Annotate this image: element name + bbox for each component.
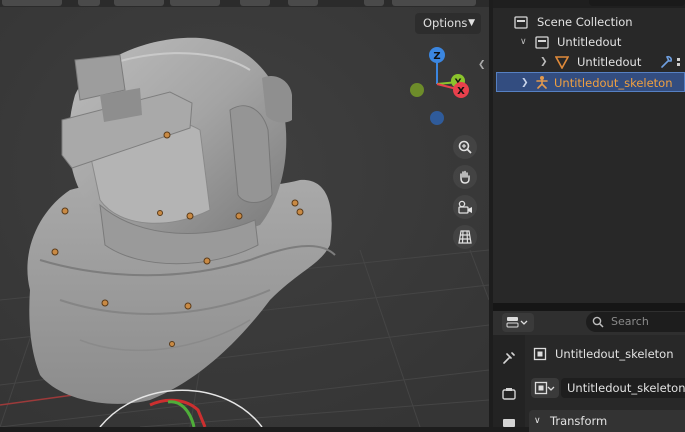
wireframe-toggle[interactable] xyxy=(364,0,384,6)
outliner-row-mesh[interactable]: ❯ Untitledout xyxy=(493,52,685,72)
search-placeholder: Search xyxy=(611,315,649,328)
camera-icon[interactable] xyxy=(453,195,477,219)
navigation-gizmo[interactable]: Z Y X xyxy=(400,44,480,134)
armature-icon xyxy=(536,76,548,89)
properties-search-input[interactable]: Search xyxy=(586,312,685,332)
tool-settings-icon[interactable] xyxy=(502,351,516,365)
panel-divider[interactable] xyxy=(493,303,685,311)
object-name-field[interactable]: Untitledout_skeleton xyxy=(561,378,685,398)
vertex-group-icon xyxy=(677,58,680,66)
snap-dropdown[interactable] xyxy=(114,0,164,6)
gizmo-x-label: X xyxy=(457,86,465,97)
outliner-row-armature[interactable]: ❯ Untitledout_skeleton xyxy=(496,72,685,92)
hand-pan-icon[interactable] xyxy=(453,165,477,189)
data-browse-dropdown[interactable] xyxy=(531,378,559,398)
chevron-right-icon[interactable]: ❯ xyxy=(540,52,548,72)
chevron-down-icon[interactable]: ∨ xyxy=(520,32,527,52)
properties-panel: Search Untitledout_skeleton Untitledout_… xyxy=(493,311,685,432)
chevron-right-icon[interactable]: ❯ xyxy=(521,73,529,93)
object-name-value: Untitledout_skeleton xyxy=(567,381,685,395)
outliner-item-label: Untitledout_skeleton xyxy=(554,76,673,90)
modifier-wrench-icon xyxy=(661,55,672,68)
gizmo-z-label: Z xyxy=(433,51,440,62)
outliner-item-label: Untitledout xyxy=(577,55,642,69)
chevron-down-icon: ▼ xyxy=(468,18,475,28)
object-data-icon xyxy=(534,381,555,395)
outliner-item-label: Scene Collection xyxy=(537,15,633,29)
outliner-panel: Scene Collection ∨ Untitledout ❯ Untitle… xyxy=(493,0,685,303)
collection-icon xyxy=(535,36,549,49)
3d-viewport[interactable]: Options ▼ ❮ Z Y X xyxy=(0,0,489,427)
options-label: Options xyxy=(423,16,468,30)
scene-collection-icon xyxy=(514,16,528,29)
outliner-item-label: Untitledout xyxy=(557,35,622,49)
grid-icon[interactable] xyxy=(453,225,477,249)
zoom-icon[interactable] xyxy=(453,135,477,159)
options-dropdown[interactable]: Options ▼ xyxy=(415,13,481,34)
transform-panel-header[interactable]: ∨ Transform xyxy=(529,410,685,432)
render-icon[interactable] xyxy=(502,387,516,401)
object-icon xyxy=(533,347,547,361)
proportional-edit-toggle[interactable] xyxy=(170,0,220,6)
chevron-down-icon: ∨ xyxy=(534,416,541,426)
outliner-row-scene-collection[interactable]: Scene Collection xyxy=(493,12,685,32)
properties-editor-icon xyxy=(506,317,528,328)
output-icon[interactable] xyxy=(502,417,516,427)
mesh-icon xyxy=(555,56,569,69)
properties-tab-bar xyxy=(493,335,525,427)
mode-dropdown[interactable] xyxy=(2,0,62,6)
overlay-dropdown[interactable] xyxy=(240,0,270,6)
editor-type-dropdown[interactable] xyxy=(502,313,534,332)
search-icon xyxy=(592,316,604,328)
outliner-search[interactable] xyxy=(589,0,685,6)
xray-toggle[interactable] xyxy=(288,0,318,6)
object-name-label: Untitledout_skeleton xyxy=(555,347,674,361)
pivot-dropdown[interactable] xyxy=(78,0,100,6)
outliner-row-collection[interactable]: ∨ Untitledout xyxy=(493,32,685,52)
shading-modes[interactable] xyxy=(392,0,476,6)
transform-title: Transform xyxy=(550,414,608,428)
